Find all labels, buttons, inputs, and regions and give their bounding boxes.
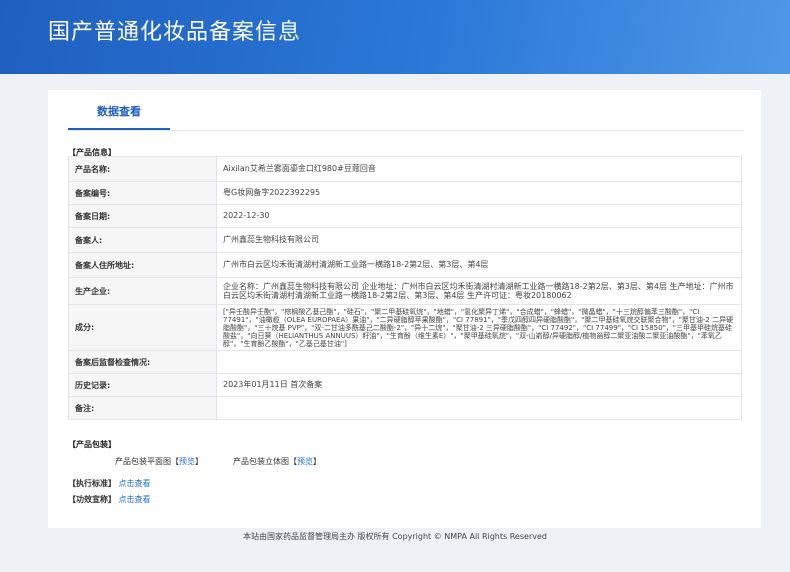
header-banner: 国产普通化妆品备案信息	[0, 0, 790, 74]
manufacturer-value: 企业名称：广州鑫蕊生物科技有限公司 企业地址：广州市白云区均禾街清湖村清湖新工业…	[216, 277, 742, 305]
table-row: 备案日期: 2022-12-30	[68, 204, 742, 228]
filing-number-value: 粤G妆网备字2022392295	[216, 181, 742, 205]
footer-copyright: 本站由国家药品监督管理局主办 版权所有 Copyright © NMPA All…	[243, 532, 547, 541]
preview-flat-link[interactable]: 预览	[179, 457, 195, 466]
table-row: 备注:	[68, 396, 742, 420]
table-row: 成分: ["异壬酸异壬酯"，"棕榈酸乙基己酯"，"硅石"，"聚二甲基硅氧烷"，"…	[68, 304, 742, 351]
packaging-stereo: 产品包装立体图【预览】	[233, 457, 321, 466]
table-row: 备案后监督检查情况:	[68, 350, 742, 374]
preview-stereo-link[interactable]: 预览	[297, 457, 313, 466]
registrant-address-value: 广州市白云区均禾街清湖村清湖新工业路一横路18-2第2层、第3层、第4层	[216, 252, 742, 278]
row-key: 备案后监督检查情况:	[68, 350, 217, 374]
standard-view-link[interactable]: 点击查看	[119, 479, 151, 488]
packaging-flat: 产品包装平面图【预览】	[115, 457, 203, 466]
content-panel: 数据查看 【产品信息】 产品名称: Aixilan艾希兰雾面鎏金口红980#豆蔻…	[48, 90, 761, 528]
table-row: 生产企业: 企业名称：广州鑫蕊生物科技有限公司 企业地址：广州市白云区均禾街清湖…	[68, 277, 742, 305]
packaging-stereo-label: 产品包装立体图	[233, 457, 289, 466]
inspection-value	[216, 350, 742, 374]
filing-date-value: 2022-12-30	[216, 204, 742, 228]
row-key: 备案人住所地址:	[68, 252, 217, 278]
packaging-flat-label: 产品包装平面图	[115, 457, 171, 466]
row-key: 产品名称:	[68, 156, 217, 182]
efficacy-view-link[interactable]: 点击查看	[119, 495, 151, 504]
table-row: 备案人住所地址: 广州市白云区均禾街清湖村清湖新工业路一横路18-2第2层、第3…	[68, 252, 742, 278]
efficacy-label: 【功效宣称】	[68, 495, 116, 504]
row-key: 备案人:	[68, 227, 217, 253]
row-key: 备案编号:	[68, 181, 217, 205]
history-value: 2023年01月11日 首次备案	[216, 373, 742, 397]
row-key: 历史记录:	[68, 373, 217, 397]
row-key: 备注:	[68, 396, 217, 420]
product-info-table: 产品名称: Aixilan艾希兰雾面鎏金口红980#豆蔻回音 备案编号: 粤G妆…	[68, 156, 742, 420]
registrant-value: 广州鑫蕊生物科技有限公司	[216, 227, 742, 253]
page-title: 国产普通化妆品备案信息	[48, 20, 302, 45]
table-row: 产品名称: Aixilan艾希兰雾面鎏金口红980#豆蔻回音	[68, 156, 742, 182]
packaging-heading: 【产品包装】	[68, 440, 116, 449]
row-key: 备案日期:	[68, 204, 217, 228]
tab-data-view[interactable]: 数据查看	[68, 90, 170, 130]
table-row: 备案编号: 粤G妆网备字2022392295	[68, 181, 742, 205]
ingredients-value: ["异壬酸异壬酯"，"棕榈酸乙基己酯"，"硅石"，"聚二甲基硅氧烷"，"地蜡"，…	[216, 304, 742, 351]
standard-label: 【执行标准】	[68, 479, 116, 488]
tab-divider	[68, 130, 743, 131]
remarks-value	[216, 396, 742, 420]
standard-row: 【执行标准】 点击查看	[68, 478, 151, 489]
product-name-value: Aixilan艾希兰雾面鎏金口红980#豆蔻回音	[216, 156, 742, 182]
efficacy-row: 【功效宣称】 点击查看	[68, 494, 151, 505]
table-row: 历史记录: 2023年01月11日 首次备案	[68, 373, 742, 397]
table-row: 备案人: 广州鑫蕊生物科技有限公司	[68, 227, 742, 253]
row-key: 成分:	[68, 304, 217, 351]
row-key: 生产企业:	[68, 277, 217, 305]
